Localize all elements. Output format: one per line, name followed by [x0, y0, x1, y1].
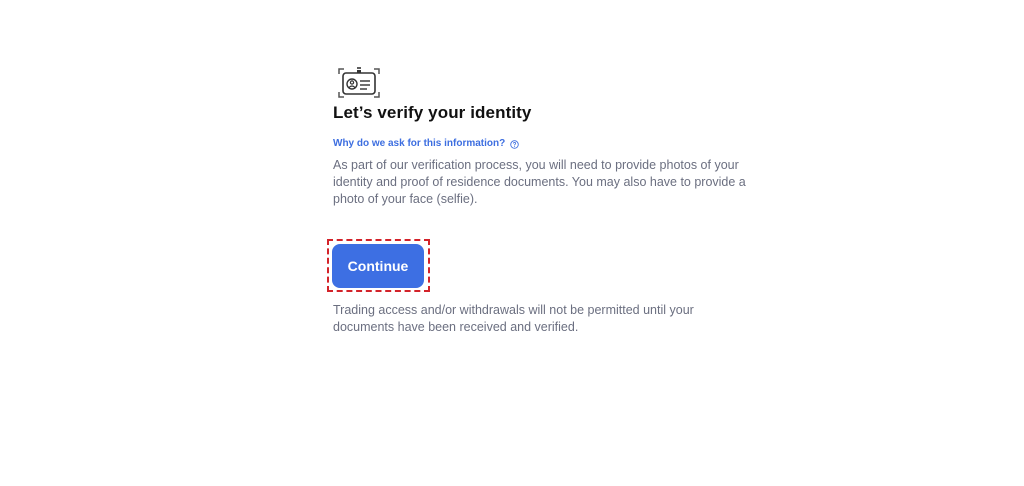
continue-button[interactable]: Continue	[332, 244, 424, 288]
verification-page: Let’s verify your identity Why do we ask…	[0, 0, 1024, 486]
why-info-link-label: Why do we ask for this information?	[333, 138, 506, 149]
continue-button-highlight: Continue	[327, 239, 430, 292]
verification-panel: Let’s verify your identity Why do we ask…	[327, 66, 753, 334]
why-info-link[interactable]: Why do we ask for this information?	[333, 137, 519, 151]
page-title: Let’s verify your identity	[333, 103, 532, 122]
trading-access-notice: Trading access and/or withdrawals will n…	[333, 303, 694, 334]
question-circle-icon	[510, 139, 519, 149]
verification-description: As part of our verification process, you…	[333, 158, 746, 206]
id-card-icon	[338, 67, 380, 98]
